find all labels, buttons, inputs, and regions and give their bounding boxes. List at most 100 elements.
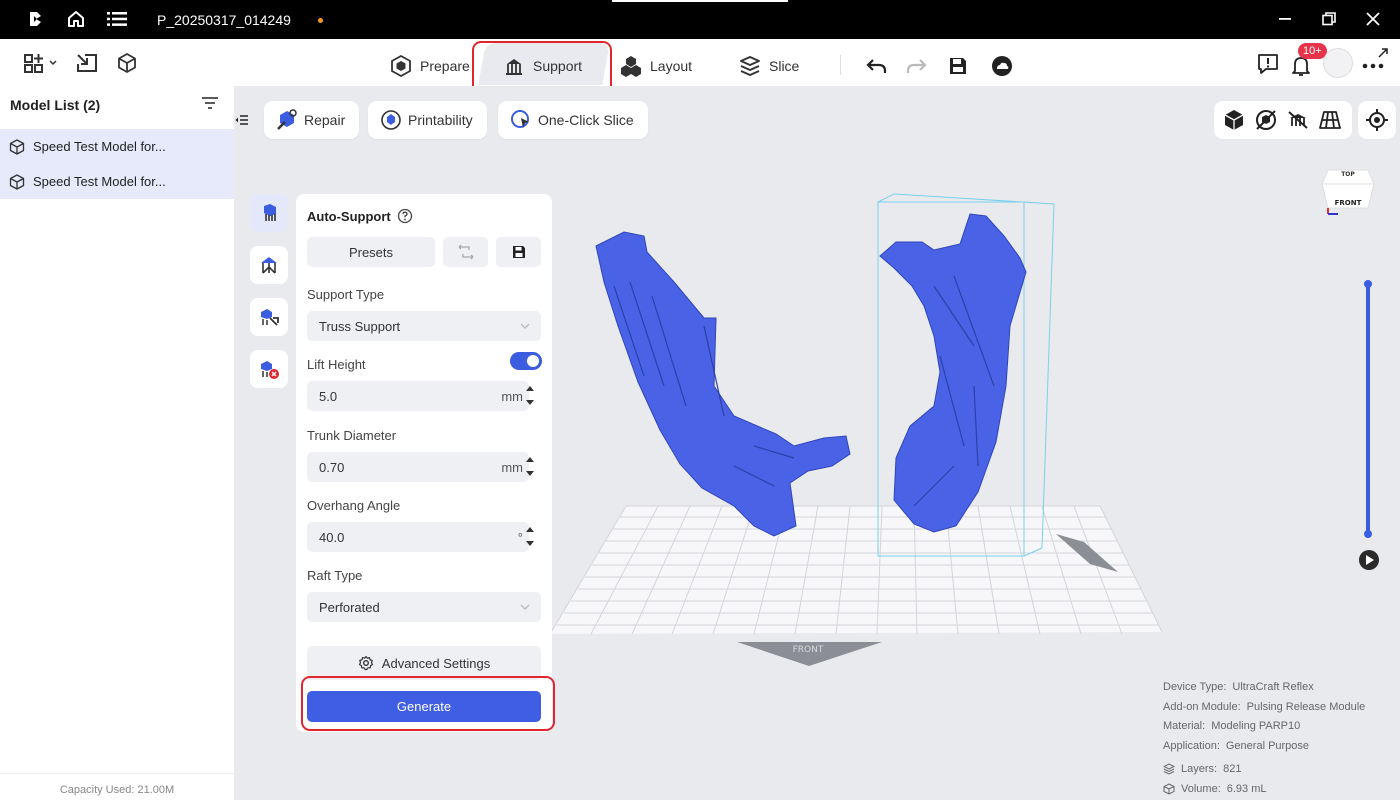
lift-height-stepper[interactable] [524,381,538,411]
auto-support-icon [264,204,276,221]
import-icon[interactable] [76,51,98,75]
home-icon[interactable] [65,8,87,30]
avatar[interactable] [1323,48,1353,78]
grid-view-icon[interactable] [1318,108,1342,132]
printability-button[interactable]: Printability [368,101,487,139]
gear-icon [358,655,373,671]
support-type-select[interactable]: Truss Support [307,311,541,341]
remove-support-icon [261,361,279,379]
capacity-divider [0,773,234,774]
tab-slice[interactable]: Slice [739,53,799,79]
overhang-angle-value: 40.0 [319,530,345,545]
overhang-angle-label: Overhang Angle [307,498,401,513]
one-click-slice-button[interactable]: One-Click Slice [498,101,648,139]
model-list-header: Model List (2) [10,97,101,113]
raft-type-label: Raft Type [307,568,363,583]
volume-icon [1163,782,1175,795]
solid-view-icon[interactable] [1222,108,1246,132]
generate-label: Generate [396,699,452,714]
cloud-icon[interactable] [990,54,1014,78]
main-toolbar: Prepare Support Layout Slice 10+ [0,39,1400,95]
menu-list-icon[interactable] [106,8,128,30]
layers-icon [1163,763,1175,775]
addon-key: Add-on Module: [1163,700,1241,713]
lift-height-toggle[interactable] [510,352,542,370]
compare-presets-button[interactable] [443,237,488,267]
trunk-diameter-input[interactable]: 0.70 mm [307,452,529,482]
edit-support-tool[interactable] [250,298,288,336]
presets-label: Presets [348,244,394,260]
3d-viewport[interactable]: FRONT Repair Printability One-Click Slic… [234,86,1400,800]
repair-icon [277,109,297,130]
view-cube[interactable]: TOP FRONT [1320,164,1376,220]
trunk-diameter-value: 0.70 [319,460,345,475]
save-preset-icon [512,246,525,258]
lift-height-input[interactable]: 5.0 mm [307,381,529,411]
application-row: Application: General Purpose [1163,737,1365,757]
edit-support-icon [261,309,279,326]
repair-button[interactable]: Repair [264,101,360,139]
slice-icon [740,56,760,76]
right-model[interactable] [879,213,1027,533]
restore-icon[interactable] [1318,8,1340,30]
help-icon[interactable] [397,208,413,224]
redo-icon[interactable] [905,54,929,78]
tab-support[interactable]: Support [503,53,582,79]
remove-support-tool[interactable] [250,350,288,388]
app-logo-icon[interactable] [24,8,46,30]
plate-front-label: FRONT [793,645,824,655]
view-cube-top-label: TOP [1341,171,1355,178]
presets-button[interactable]: Presets [307,237,435,267]
generate-button[interactable]: Generate [307,691,541,722]
support-type-value: Truss Support [319,319,401,334]
filter-icon[interactable] [201,96,219,115]
one-click-slice-label: One-Click Slice [538,112,634,128]
device-type-key: Device Type: [1163,681,1227,693]
advanced-settings-label: Advanced Settings [381,655,491,671]
save-preset-button[interactable] [496,237,541,267]
layout-icon [621,56,641,77]
one-click-slice-icon [511,110,529,128]
overhang-angle-unit: ° [517,530,523,545]
play-layers-button[interactable] [1359,550,1379,570]
locate-icon[interactable] [1358,101,1396,139]
close-icon[interactable] [1362,8,1384,30]
repair-label: Repair [304,112,346,128]
overhang-angle-stepper[interactable] [524,522,538,552]
trunk-diameter-stepper[interactable] [524,452,538,482]
advanced-settings-button[interactable]: Advanced Settings [307,646,541,680]
undo-icon[interactable] [864,54,888,78]
left-model[interactable] [595,231,851,537]
chevron-down-icon [520,323,530,329]
raft-type-select[interactable]: Perforated [307,592,541,622]
collapse-sidebar-icon[interactable] [234,110,250,130]
manual-support-tool[interactable] [250,246,288,284]
model-list-item-2[interactable]: Speed Test Model for... [0,164,234,199]
model-cube-icon [9,138,25,155]
auto-support-tool[interactable] [250,194,288,232]
device-type-value: UltraCraft Reflex [1232,681,1314,693]
window-top-accent [612,0,788,2]
material-key: Material: [1163,720,1206,732]
tab-prepare[interactable]: Prepare [390,53,470,79]
minimize-icon[interactable] [1274,8,1296,30]
model-cube-icon[interactable] [116,51,138,75]
layer-slider-track[interactable] [1366,282,1370,534]
layer-slider-bottom-handle[interactable] [1364,530,1372,538]
save-icon[interactable] [946,54,970,78]
add-grid-icon[interactable] [20,51,60,75]
hide-support-icon[interactable] [1286,108,1310,132]
toolbar-divider [840,55,841,75]
chevron-down-icon [520,604,530,610]
feedback-icon[interactable] [1256,52,1280,76]
swap-icon [458,244,473,260]
tab-layout[interactable]: Layout [620,53,692,79]
support-icon [506,59,522,75]
layer-slider-top-handle[interactable] [1364,280,1372,288]
auto-support-title: Auto-Support [307,208,413,224]
transparent-view-icon[interactable] [1254,108,1278,132]
printability-icon [381,110,401,130]
overhang-angle-input[interactable]: 40.0 ° [307,522,529,552]
model-list-item-1[interactable]: Speed Test Model for... [0,129,234,164]
expand-arrow-icon[interactable] [1378,45,1388,58]
